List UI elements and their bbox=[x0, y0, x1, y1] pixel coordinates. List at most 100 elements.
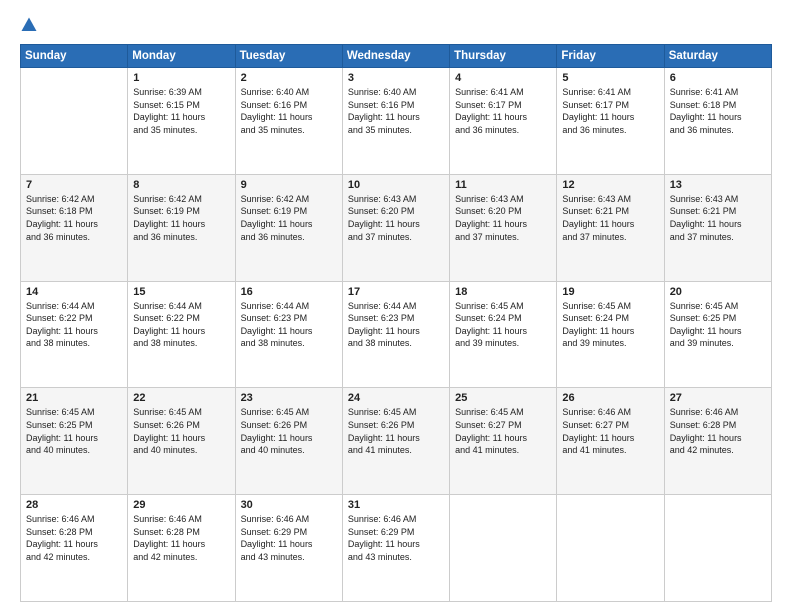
day-info: Sunrise: 6:46 AMSunset: 6:28 PMDaylight:… bbox=[133, 513, 229, 563]
col-header-sunday: Sunday bbox=[21, 45, 128, 68]
cell-5-6 bbox=[557, 495, 664, 602]
cell-3-1: 14 Sunrise: 6:44 AMSunset: 6:22 PMDayligh… bbox=[21, 281, 128, 388]
cell-1-5: 4 Sunrise: 6:41 AMSunset: 6:17 PMDaylight… bbox=[450, 68, 557, 175]
day-info: Sunrise: 6:43 AMSunset: 6:21 PMDaylight:… bbox=[670, 193, 766, 243]
week-row-2: 7 Sunrise: 6:42 AMSunset: 6:18 PMDaylight… bbox=[21, 174, 772, 281]
day-number: 28 bbox=[26, 499, 122, 511]
day-number: 23 bbox=[241, 392, 337, 404]
cell-1-6: 5 Sunrise: 6:41 AMSunset: 6:17 PMDaylight… bbox=[557, 68, 664, 175]
day-info: Sunrise: 6:46 AMSunset: 6:28 PMDaylight:… bbox=[670, 406, 766, 456]
logo-icon bbox=[20, 16, 38, 34]
col-header-friday: Friday bbox=[557, 45, 664, 68]
day-info: Sunrise: 6:42 AMSunset: 6:18 PMDaylight:… bbox=[26, 193, 122, 243]
day-number: 13 bbox=[670, 179, 766, 191]
day-info: Sunrise: 6:44 AMSunset: 6:22 PMDaylight:… bbox=[26, 300, 122, 350]
cell-4-5: 25 Sunrise: 6:45 AMSunset: 6:27 PMDayligh… bbox=[450, 388, 557, 495]
day-number: 16 bbox=[241, 286, 337, 298]
cell-3-3: 16 Sunrise: 6:44 AMSunset: 6:23 PMDayligh… bbox=[235, 281, 342, 388]
day-number: 24 bbox=[348, 392, 444, 404]
cell-1-4: 3 Sunrise: 6:40 AMSunset: 6:16 PMDaylight… bbox=[342, 68, 449, 175]
cell-1-2: 1 Sunrise: 6:39 AMSunset: 6:15 PMDaylight… bbox=[128, 68, 235, 175]
day-number: 2 bbox=[241, 72, 337, 84]
cell-4-2: 22Sunrise: 6:45 AMSunset: 6:26 PMDayligh… bbox=[128, 388, 235, 495]
day-number: 4 bbox=[455, 72, 551, 84]
cell-1-3: 2 Sunrise: 6:40 AMSunset: 6:16 PMDaylight… bbox=[235, 68, 342, 175]
day-number: 25 bbox=[455, 392, 551, 404]
day-number: 8 bbox=[133, 179, 229, 191]
col-header-tuesday: Tuesday bbox=[235, 45, 342, 68]
day-info: Sunrise: 6:41 AMSunset: 6:17 PMDaylight:… bbox=[455, 86, 551, 136]
day-info: Sunrise: 6:44 AMSunset: 6:23 PMDaylight:… bbox=[348, 300, 444, 350]
day-info: Sunrise: 6:45 AMSunset: 6:24 PMDaylight:… bbox=[562, 300, 658, 350]
cell-4-6: 26 Sunrise: 6:46 AMSunset: 6:27 PMDayligh… bbox=[557, 388, 664, 495]
day-number: 7 bbox=[26, 179, 122, 191]
day-number: 31 bbox=[348, 499, 444, 511]
cell-5-5 bbox=[450, 495, 557, 602]
day-info: Sunrise: 6:44 AMSunset: 6:22 PMDaylight:… bbox=[133, 300, 229, 350]
calendar-table: SundayMondayTuesdayWednesdayThursdayFrid… bbox=[20, 44, 772, 602]
day-number: 27 bbox=[670, 392, 766, 404]
col-header-monday: Monday bbox=[128, 45, 235, 68]
cell-2-6: 12 Sunrise: 6:43 AMSunset: 6:21 PMDayligh… bbox=[557, 174, 664, 281]
day-info: Sunrise: 6:45 AMSunset: 6:27 PMDaylight:… bbox=[455, 406, 551, 456]
day-number: 15 bbox=[133, 286, 229, 298]
day-number: 19 bbox=[562, 286, 658, 298]
week-row-3: 14 Sunrise: 6:44 AMSunset: 6:22 PMDayligh… bbox=[21, 281, 772, 388]
day-number: 20 bbox=[670, 286, 766, 298]
week-row-5: 28 Sunrise: 6:46 AMSunset: 6:28 PMDayligh… bbox=[21, 495, 772, 602]
day-number: 12 bbox=[562, 179, 658, 191]
week-row-4: 21 Sunrise: 6:45 AMSunset: 6:25 PMDayligh… bbox=[21, 388, 772, 495]
day-number: 6 bbox=[670, 72, 766, 84]
day-number: 17 bbox=[348, 286, 444, 298]
cell-2-7: 13 Sunrise: 6:43 AMSunset: 6:21 PMDayligh… bbox=[664, 174, 771, 281]
cell-3-4: 17 Sunrise: 6:44 AMSunset: 6:23 PMDayligh… bbox=[342, 281, 449, 388]
cell-5-4: 31Sunrise: 6:46 AMSunset: 6:29 PMDayligh… bbox=[342, 495, 449, 602]
day-info: Sunrise: 6:43 AMSunset: 6:21 PMDaylight:… bbox=[562, 193, 658, 243]
day-info: Sunrise: 6:42 AMSunset: 6:19 PMDaylight:… bbox=[241, 193, 337, 243]
cell-4-4: 24 Sunrise: 6:45 AMSunset: 6:26 PMDayligh… bbox=[342, 388, 449, 495]
day-number: 30 bbox=[241, 499, 337, 511]
day-number: 18 bbox=[455, 286, 551, 298]
week-row-1: 1 Sunrise: 6:39 AMSunset: 6:15 PMDaylight… bbox=[21, 68, 772, 175]
cell-5-3: 30 Sunrise: 6:46 AMSunset: 6:29 PMDayligh… bbox=[235, 495, 342, 602]
day-info: Sunrise: 6:43 AMSunset: 6:20 PMDaylight:… bbox=[455, 193, 551, 243]
day-number: 21 bbox=[26, 392, 122, 404]
cell-4-1: 21 Sunrise: 6:45 AMSunset: 6:25 PMDayligh… bbox=[21, 388, 128, 495]
day-number: 3 bbox=[348, 72, 444, 84]
day-info: Sunrise: 6:39 AMSunset: 6:15 PMDaylight:… bbox=[133, 86, 229, 136]
day-info: Sunrise: 6:45 AMSunset: 6:25 PMDaylight:… bbox=[26, 406, 122, 456]
day-number: 5 bbox=[562, 72, 658, 84]
day-info: Sunrise: 6:41 AMSunset: 6:18 PMDaylight:… bbox=[670, 86, 766, 136]
cell-1-7: 6 Sunrise: 6:41 AMSunset: 6:18 PMDaylight… bbox=[664, 68, 771, 175]
col-header-wednesday: Wednesday bbox=[342, 45, 449, 68]
day-info: Sunrise: 6:46 AMSunset: 6:29 PMDaylight:… bbox=[241, 513, 337, 563]
cell-2-3: 9 Sunrise: 6:42 AMSunset: 6:19 PMDaylight… bbox=[235, 174, 342, 281]
day-info: Sunrise: 6:46 AMSunset: 6:27 PMDaylight:… bbox=[562, 406, 658, 456]
cell-2-4: 10Sunrise: 6:43 AMSunset: 6:20 PMDayligh… bbox=[342, 174, 449, 281]
day-info: Sunrise: 6:45 AMSunset: 6:26 PMDaylight:… bbox=[241, 406, 337, 456]
cell-2-2: 8Sunrise: 6:42 AMSunset: 6:19 PMDaylight… bbox=[128, 174, 235, 281]
day-info: Sunrise: 6:43 AMSunset: 6:20 PMDaylight:… bbox=[348, 193, 444, 243]
day-info: Sunrise: 6:45 AMSunset: 6:24 PMDaylight:… bbox=[455, 300, 551, 350]
day-number: 1 bbox=[133, 72, 229, 84]
header-row: SundayMondayTuesdayWednesdayThursdayFrid… bbox=[21, 45, 772, 68]
col-header-saturday: Saturday bbox=[664, 45, 771, 68]
cell-5-7 bbox=[664, 495, 771, 602]
day-info: Sunrise: 6:45 AMSunset: 6:26 PMDaylight:… bbox=[348, 406, 444, 456]
day-info: Sunrise: 6:40 AMSunset: 6:16 PMDaylight:… bbox=[348, 86, 444, 136]
day-info: Sunrise: 6:44 AMSunset: 6:23 PMDaylight:… bbox=[241, 300, 337, 350]
day-number: 11 bbox=[455, 179, 551, 191]
logo bbox=[20, 16, 42, 34]
cell-5-1: 28 Sunrise: 6:46 AMSunset: 6:28 PMDayligh… bbox=[21, 495, 128, 602]
page: SundayMondayTuesdayWednesdayThursdayFrid… bbox=[0, 0, 792, 612]
day-info: Sunrise: 6:40 AMSunset: 6:16 PMDaylight:… bbox=[241, 86, 337, 136]
header bbox=[20, 16, 772, 34]
cell-3-2: 15 Sunrise: 6:44 AMSunset: 6:22 PMDayligh… bbox=[128, 281, 235, 388]
day-number: 29 bbox=[133, 499, 229, 511]
day-number: 9 bbox=[241, 179, 337, 191]
day-info: Sunrise: 6:41 AMSunset: 6:17 PMDaylight:… bbox=[562, 86, 658, 136]
day-number: 14 bbox=[26, 286, 122, 298]
day-info: Sunrise: 6:46 AMSunset: 6:28 PMDaylight:… bbox=[26, 513, 122, 563]
day-number: 26 bbox=[562, 392, 658, 404]
day-info: Sunrise: 6:45 AMSunset: 6:26 PMDaylight:… bbox=[133, 406, 229, 456]
